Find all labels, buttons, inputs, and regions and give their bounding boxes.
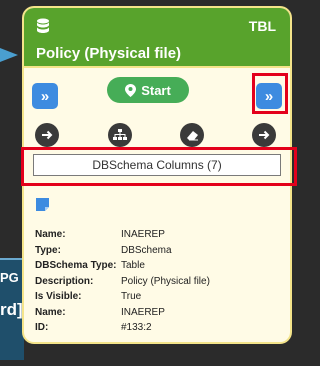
property-row: ID: #133:2: [35, 320, 210, 336]
properties-list: Name: INAEREP Type: DBSchema DBSchema Ty…: [35, 227, 210, 336]
card-header: TBL Policy (Physical file): [24, 8, 290, 68]
property-row: Is Visible: True: [35, 289, 210, 305]
database-icon: [37, 18, 49, 33]
property-label: ID:: [35, 322, 49, 333]
hierarchy-button[interactable]: [108, 123, 132, 147]
dbschema-columns-button[interactable]: DBSchema Columns (7): [33, 154, 281, 176]
arrow-right-icon: [259, 130, 270, 140]
property-row: Description: Policy (Physical file): [35, 274, 210, 290]
navigate-button[interactable]: [35, 123, 59, 147]
start-label: Start: [141, 82, 171, 98]
property-value: Table: [121, 260, 145, 271]
eraser-button[interactable]: [180, 123, 204, 147]
diagram-connector-arrow: [0, 48, 18, 62]
property-row: Name: INAEREP: [35, 305, 210, 321]
property-value: Policy (Physical file): [121, 275, 210, 287]
collapse-left-button[interactable]: »: [32, 83, 58, 109]
highlight-box-expand: [252, 73, 288, 114]
start-button[interactable]: Start: [107, 77, 189, 103]
sticky-note-icon[interactable]: [36, 198, 49, 211]
property-value: DBSchema: [121, 244, 172, 256]
property-value: INAEREP: [121, 229, 165, 240]
property-label: Type:: [35, 244, 61, 256]
property-label: Is Visible:: [35, 291, 82, 302]
property-label: Description:: [35, 275, 94, 287]
card-title: Policy (Physical file): [36, 45, 182, 62]
property-row: Name: INAEREP: [35, 227, 210, 243]
property-value: True: [121, 291, 142, 302]
property-label: DBSchema Type:: [35, 260, 117, 271]
property-row: Type: DBSchema: [35, 243, 210, 259]
property-value: INAEREP: [121, 306, 165, 318]
property-label: Name:: [35, 306, 66, 318]
double-chevron-right-icon: »: [40, 87, 50, 105]
property-value: #133:2: [121, 322, 152, 333]
eraser-icon: [186, 130, 198, 140]
property-label: Name:: [35, 229, 66, 240]
property-row: DBSchema Type: Table: [35, 258, 210, 274]
background-node-text: PG: [0, 270, 19, 285]
hierarchy-icon: [113, 129, 127, 140]
arrow-right-icon: [42, 130, 53, 140]
forward-button[interactable]: [252, 123, 276, 147]
map-pin-icon: [125, 83, 137, 97]
background-node-text: rd]: [0, 300, 23, 319]
entity-type-tag: TBL: [248, 18, 276, 34]
